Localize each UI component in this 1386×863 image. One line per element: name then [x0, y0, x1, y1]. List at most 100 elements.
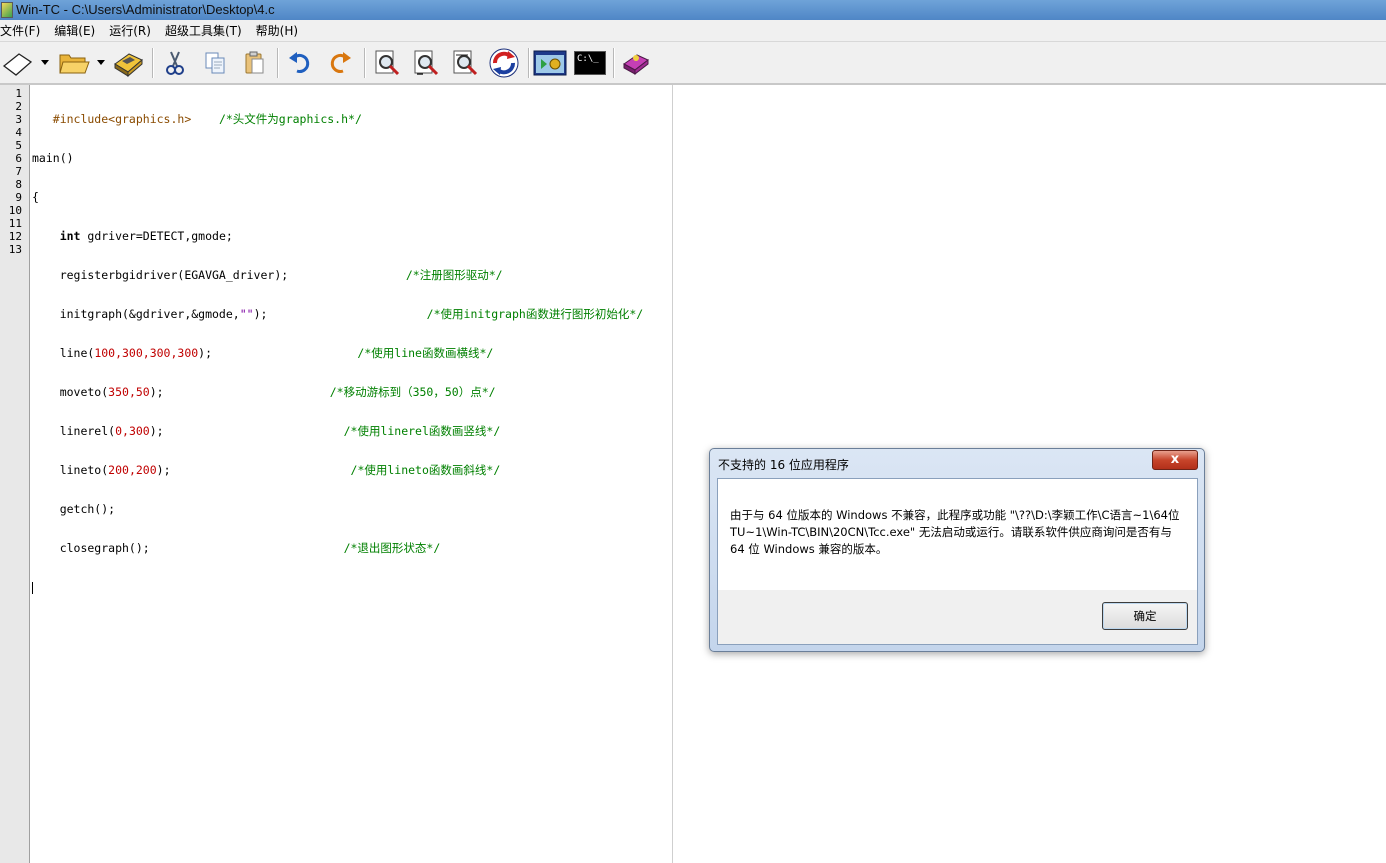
code-comment: /*使用linerel函数画竖线*/ — [343, 424, 501, 438]
new-file-button[interactable] — [0, 46, 34, 80]
code-comment: /*使用initgraph函数进行图形初始化*/ — [426, 307, 644, 321]
line-number: 6 — [15, 152, 22, 165]
text-caret — [32, 581, 33, 594]
open-dropdown[interactable] — [97, 60, 105, 65]
line-number: 12 — [8, 230, 22, 243]
menu-bar: 文件(F) 编辑(E) 运行(R) 超级工具集(T) 帮助(H) — [0, 20, 1386, 42]
dialog-footer: 确定 — [718, 590, 1197, 644]
find-next-icon — [414, 50, 439, 76]
code-comment: /*使用line函数画横线*/ — [357, 346, 494, 360]
dialog-title: 不支持的 16 位应用程序 — [718, 458, 849, 472]
line-number-gutter: 1 2 3 4 5 6 7 8 9 10 11 12 13 — [0, 85, 30, 863]
title-bar: Win-TC - C:\Users\Administrator\Desktop\… — [0, 0, 1386, 20]
save-button[interactable] — [111, 46, 145, 80]
code-token: linerel( — [32, 424, 116, 438]
menu-tools[interactable]: 超级工具集(T) — [165, 22, 249, 39]
code-comment: /*注册图形驱动*/ — [405, 268, 503, 282]
menu-file[interactable]: 文件(F) — [0, 22, 47, 39]
code-keyword: int — [59, 229, 81, 243]
refresh-icon — [489, 48, 519, 78]
find-next-button[interactable] — [409, 46, 443, 80]
help-button[interactable] — [619, 46, 653, 80]
find-icon — [375, 50, 400, 76]
open-button[interactable] — [57, 46, 91, 80]
compile-run-button[interactable] — [533, 46, 567, 80]
code-token: lineto( — [32, 463, 109, 477]
console-button[interactable]: C:\_ — [573, 46, 607, 80]
ok-button[interactable]: 确定 — [1102, 602, 1188, 630]
find-button[interactable] — [370, 46, 404, 80]
code-token: { — [32, 190, 39, 204]
code-comment: /*退出图形状态*/ — [343, 541, 441, 555]
line-number: 4 — [15, 126, 22, 139]
code-token: ); — [253, 307, 427, 321]
cut-icon — [166, 51, 184, 75]
code-comment: /*头文件为graphics.h*/ — [218, 112, 362, 126]
code-token: registerbgidriver(EGAVGA_driver); — [32, 268, 406, 282]
refresh-button[interactable] — [487, 46, 521, 80]
new-file-dropdown[interactable] — [41, 60, 49, 65]
copy-icon — [205, 52, 225, 74]
code-token: line( — [32, 346, 95, 360]
dialog-message: 由于与 64 位版本的 Windows 不兼容，此程序或功能 "\??\D:\李… — [730, 508, 1180, 556]
copy-button[interactable] — [198, 46, 232, 80]
code-token: #include<graphics.h> — [32, 112, 219, 126]
toolbar-separator — [613, 48, 615, 78]
help-book-icon — [623, 54, 649, 76]
code-line: main() — [32, 152, 1372, 165]
code-comment: /*移动游标到（350，50）点*/ — [329, 385, 496, 399]
error-dialog: 不支持的 16 位应用程序 x 由于与 64 位版本的 Windows 不兼容，… — [709, 448, 1205, 652]
line-number: 2 — [15, 100, 22, 113]
open-folder-icon — [59, 54, 90, 74]
code-number: 100,300,300,300 — [94, 346, 199, 360]
code-token: ); — [149, 385, 330, 399]
replace-button[interactable] — [448, 46, 482, 80]
code-line: linerel(0,300); /*使用linerel函数画竖线*/ — [32, 425, 1372, 438]
menu-edit[interactable]: 编辑(E) — [54, 22, 102, 39]
code-line: line(100,300,300,300); /*使用line函数画横线*/ — [32, 347, 1372, 360]
code-line: { — [32, 191, 1372, 204]
undo-icon — [289, 52, 310, 73]
code-string: "" — [239, 307, 254, 321]
toolbar-separator — [528, 48, 530, 78]
line-number: 10 — [8, 204, 22, 217]
code-comment: /*使用lineto函数画斜线*/ — [350, 463, 501, 477]
code-token: closegraph(); — [32, 541, 344, 555]
line-number: 13 — [8, 243, 22, 256]
code-line: initgraph(&gdriver,&gmode,""); /*使用initg… — [32, 308, 1372, 321]
close-icon: x — [1170, 452, 1180, 467]
replace-icon — [453, 50, 478, 76]
line-number: 3 — [15, 113, 22, 126]
code-token: getch(); — [32, 502, 116, 516]
code-token: ); — [149, 424, 344, 438]
cut-button[interactable] — [158, 46, 192, 80]
code-line: moveto(350,50); /*移动游标到（350，50）点*/ — [32, 386, 1372, 399]
new-file-icon — [2, 53, 33, 76]
window-title: Win-TC - C:\Users\Administrator\Desktop\… — [16, 2, 275, 17]
redo-button[interactable] — [323, 46, 357, 80]
console-icon-label: C:\_ — [577, 54, 599, 64]
code-line: #include<graphics.h> /*头文件为graphics.h*/ — [32, 113, 1372, 126]
line-number: 7 — [15, 165, 22, 178]
menu-help[interactable]: 帮助(H) — [256, 22, 305, 39]
line-number: 5 — [15, 139, 22, 152]
undo-button[interactable] — [283, 46, 317, 80]
save-book-icon — [114, 53, 143, 78]
dialog-body: 由于与 64 位版本的 Windows 不兼容，此程序或功能 "\??\D:\李… — [717, 478, 1198, 645]
code-token: moveto( — [32, 385, 109, 399]
paste-button[interactable] — [238, 46, 272, 80]
toolbar: C:\_ — [0, 42, 1386, 85]
app-window: Win-TC - C:\Users\Administrator\Desktop\… — [0, 0, 1386, 863]
redo-icon — [330, 52, 351, 73]
code-token: ); — [156, 463, 351, 477]
toolbar-separator — [277, 48, 279, 78]
code-line: registerbgidriver(EGAVGA_driver); /*注册图形… — [32, 269, 1372, 282]
dialog-close-button[interactable]: x — [1152, 450, 1198, 470]
paste-icon — [245, 51, 264, 74]
console-icon: C:\_ — [574, 51, 606, 75]
code-token: main() — [32, 151, 74, 165]
line-number: 8 — [15, 178, 22, 191]
menu-run[interactable]: 运行(R) — [109, 22, 158, 39]
toolbar-separator — [152, 48, 154, 78]
